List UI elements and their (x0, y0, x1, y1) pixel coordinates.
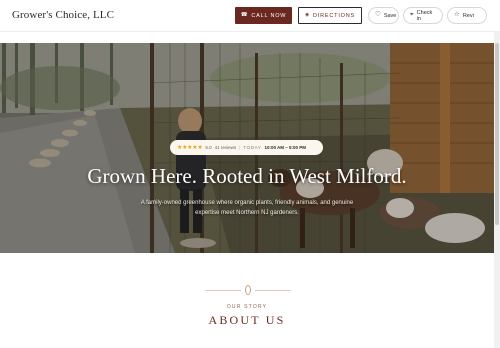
check-in-button[interactable]: ⌖ Check in (403, 7, 443, 24)
rating-stars: ★★★★★ (177, 145, 203, 151)
rating-separator: | (239, 145, 241, 150)
check-in-label: Check in (416, 9, 433, 22)
review-label: Revi (462, 12, 474, 19)
rating-value: 5.0 (205, 145, 212, 150)
hero-subtitle: A family-owned greenhouse where organic … (140, 200, 354, 216)
divider-line-left (205, 290, 241, 291)
save-button[interactable]: ♡ Save (368, 7, 399, 24)
rating-badge[interactable]: ★★★★★ 5.0 41 reviews | TODAY 10:00 AM – … (170, 140, 323, 155)
call-now-button[interactable]: ☎ CALL NOW (235, 7, 292, 24)
site-header: Grower's Choice, LLC ☎ CALL NOW ◈ DIRECT… (0, 0, 500, 32)
call-now-label: CALL NOW (251, 12, 287, 19)
heart-icon: ♡ (375, 11, 381, 19)
directions-button[interactable]: ◈ DIRECTIONS (298, 7, 362, 24)
leaf-ornament-icon (245, 285, 251, 295)
save-label: Save (383, 12, 397, 19)
brand-name[interactable]: Grower's Choice, LLC (12, 9, 114, 21)
pin-icon: ⌖ (410, 11, 414, 19)
about-eyebrow: OUR STORY (226, 304, 268, 310)
star-icon: ☆ (454, 11, 460, 19)
about-title: ABOUT US (208, 313, 286, 327)
navigation-icon: ◈ (305, 11, 311, 18)
review-button[interactable]: ☆ Revi (447, 7, 487, 24)
hero-section: ★★★★★ 5.0 41 reviews | TODAY 10:00 AM – … (0, 43, 494, 253)
phone-icon: ☎ (240, 11, 249, 18)
directions-label: DIRECTIONS (313, 12, 355, 19)
divider-line-right (255, 290, 291, 291)
rating-count: 41 reviews (214, 145, 237, 150)
today-label: TODAY (243, 145, 262, 150)
hours-value: 10:00 AM – 5:00 PM (264, 145, 307, 150)
scrollbar-thumb[interactable] (495, 43, 499, 225)
hero-title: Grown Here. Rooted in West Milford. (87, 164, 407, 188)
